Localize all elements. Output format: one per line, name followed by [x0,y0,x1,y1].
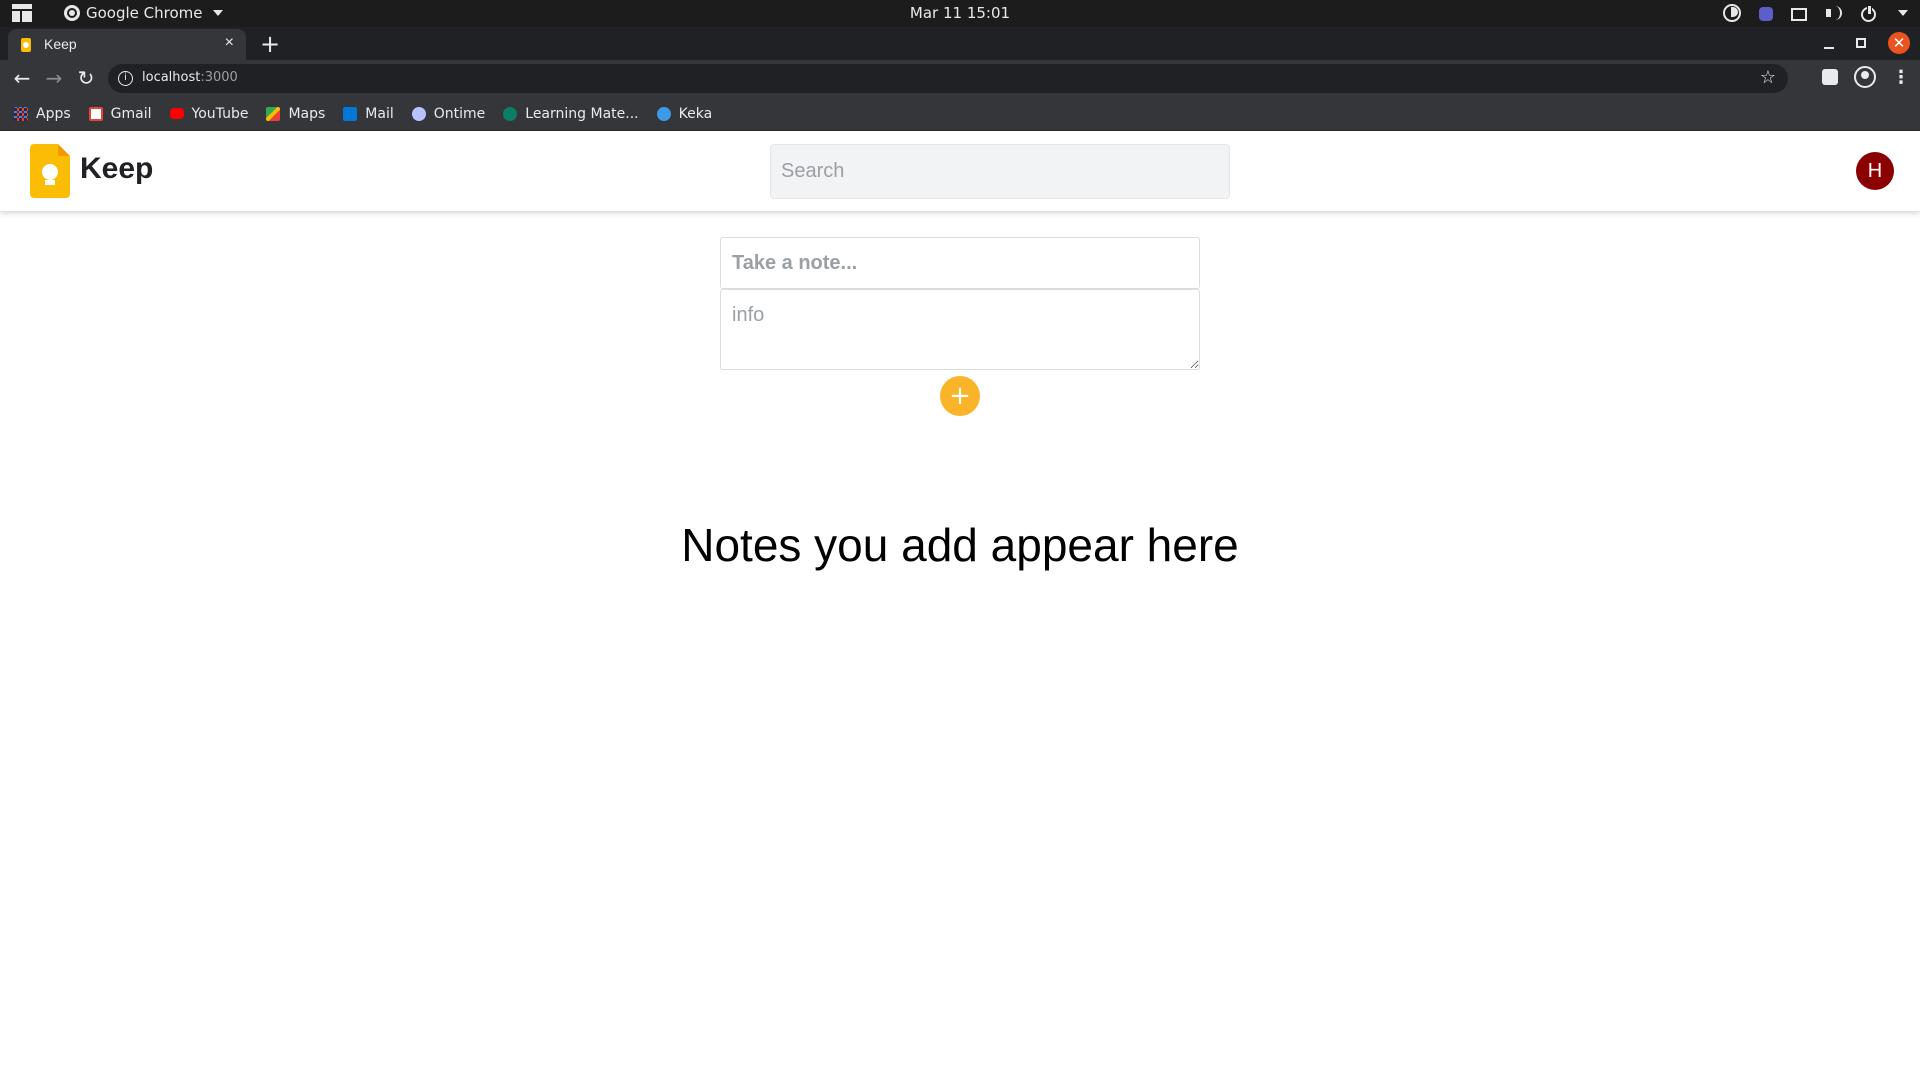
tray-caret-icon[interactable] [1898,10,1908,16]
more-menu-icon[interactable]: ⋮ [1892,67,1910,88]
toolbar-actions: ⋮ [1822,66,1910,88]
bookmark-learning-mate[interactable]: Learning Mate... [503,106,639,122]
teams-icon[interactable] [1759,7,1773,21]
bookmark-maps[interactable]: Maps [266,106,325,122]
system-tray [1723,3,1908,23]
minimize-icon[interactable] [1824,47,1834,49]
os-top-bar: Google Chrome Mar 11 15:01 [0,0,1920,27]
empty-notes-message: Notes you add appear here [681,519,1239,571]
app-header: Keep H [0,131,1920,211]
bookmark-ontime[interactable]: Ontime [411,106,485,122]
back-icon[interactable]: ← [10,66,34,90]
tab-keep[interactable]: Keep × [8,29,246,60]
bookmark-youtube[interactable]: YouTube [169,106,248,122]
forward-icon[interactable]: → [42,66,66,90]
browser-toolbar: ← → ↻ i localhost:3000 ☆ ⋮ [0,60,1920,97]
power-icon[interactable] [1861,4,1876,22]
keka-icon [656,106,671,121]
tab-close-icon[interactable]: × [225,34,234,52]
screen-icon[interactable] [1791,8,1807,21]
tab-title: Keep [44,36,77,52]
url-text: localhost:3000 [142,70,238,85]
maximize-icon[interactable] [1856,38,1866,48]
close-window-icon[interactable]: ✕ [1888,32,1910,54]
search-input[interactable] [770,144,1230,199]
outlook-mail-icon [343,106,358,121]
keep-favicon-icon [21,38,31,52]
bookmark-star-icon[interactable]: ☆ [1760,67,1776,88]
new-tab-button[interactable]: + [260,30,280,58]
site-info-icon[interactable]: i [118,71,133,86]
bookmark-apps[interactable]: Apps [14,106,71,122]
extensions-icon[interactable] [1822,69,1838,85]
bookmark-gmail[interactable]: Gmail [88,106,152,122]
add-note-button[interactable]: + [940,376,980,416]
gmail-icon [88,106,103,121]
clock[interactable]: Mar 11 15:01 [0,4,1920,22]
night-light-icon[interactable] [1723,4,1741,22]
bookmark-mail[interactable]: Mail [343,106,394,122]
tab-strip: Keep × + ✕ [0,27,1920,60]
bookmark-keka[interactable]: Keka [656,106,712,122]
reload-icon[interactable]: ↻ [74,66,98,90]
bookmarks-bar: Apps Gmail YouTube Maps Mail Ontime Lear… [0,97,1920,131]
volume-icon[interactable] [1825,4,1843,22]
window-controls: ✕ [1824,32,1910,54]
profile-icon[interactable] [1854,66,1876,88]
youtube-icon [169,108,184,119]
keep-logo-icon [30,144,70,198]
note-body-textarea[interactable] [720,289,1200,370]
ontime-icon [411,106,426,121]
learning-mate-icon [503,106,518,121]
address-bar[interactable]: i localhost:3000 ☆ [108,64,1788,93]
avatar[interactable]: H [1856,152,1894,190]
apps-icon [14,106,28,121]
maps-icon [266,106,281,121]
note-title-input[interactable] [720,237,1200,289]
app-title: Keep [80,152,154,185]
